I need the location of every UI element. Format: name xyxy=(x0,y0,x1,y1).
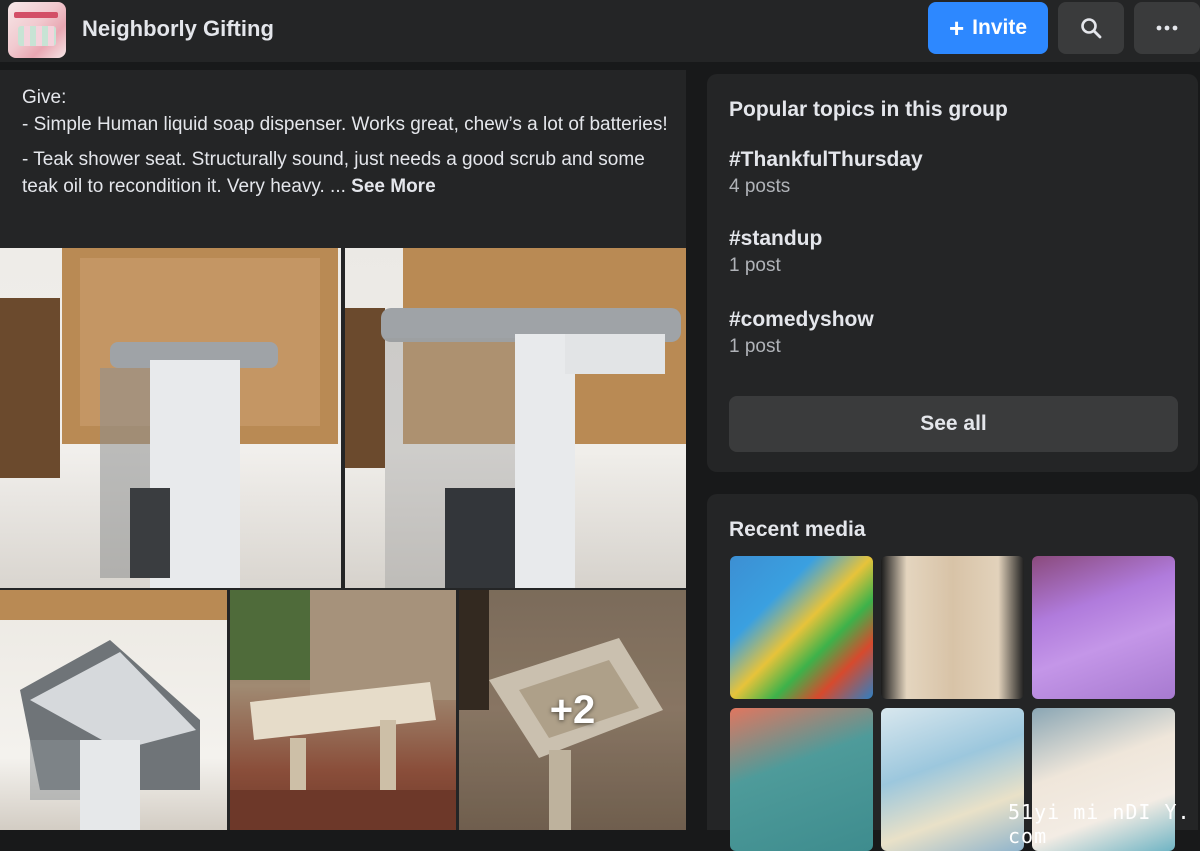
post-photo-teak-seat[interactable] xyxy=(230,590,456,830)
topic-tag[interactable]: #ThankfulThursday xyxy=(729,148,923,172)
recent-media-thumbnail[interactable] xyxy=(730,556,873,699)
topic-post-count: 4 posts xyxy=(729,176,791,197)
soap-dispenser-side-image xyxy=(0,590,227,830)
see-more-link[interactable]: See More xyxy=(351,176,435,197)
topic-post-count: 1 post xyxy=(729,255,781,276)
recent-media-thumbnail[interactable] xyxy=(1032,556,1175,699)
post-photo-soap-dispenser-close[interactable] xyxy=(345,248,686,588)
post-body: Give: - Simple Human liquid soap dispens… xyxy=(22,84,672,208)
popular-topics-card: Popular topics in this group #ThankfulTh… xyxy=(707,74,1198,472)
watermark-text: 51yi mi nDI Y. com xyxy=(1008,800,1191,848)
topic-item[interactable]: #standup 1 post xyxy=(729,227,822,277)
topic-item[interactable]: #comedyshow 1 post xyxy=(729,308,874,358)
post-text-line: - Teak shower seat. Structurally sound, … xyxy=(22,146,672,200)
see-all-topics-button[interactable]: See all xyxy=(729,396,1178,452)
plus-icon: + xyxy=(948,13,965,43)
topic-tag[interactable]: #standup xyxy=(729,227,822,251)
topic-item[interactable]: #ThankfulThursday 4 posts xyxy=(729,148,923,198)
soap-dispenser-close-image xyxy=(345,248,686,588)
feed-post: Give: - Simple Human liquid soap dispens… xyxy=(0,70,686,830)
teak-seat-image xyxy=(230,590,456,830)
post-text-line: - Simple Human liquid soap dispenser. Wo… xyxy=(22,114,668,135)
recent-media-title: Recent media xyxy=(729,518,866,541)
post-text-line: Give: xyxy=(22,87,67,108)
more-photos-overlay[interactable]: +2 xyxy=(459,590,686,830)
topic-tag[interactable]: #comedyshow xyxy=(729,308,874,332)
popular-topics-title: Popular topics in this group xyxy=(729,98,1008,121)
recent-media-thumbnail[interactable] xyxy=(881,556,1024,699)
search-button[interactable] xyxy=(1058,2,1124,54)
post-text-truncated: - Teak shower seat. Structurally sound, … xyxy=(22,149,645,197)
group-name[interactable]: Neighborly Gifting xyxy=(82,16,274,42)
post-photo-soap-dispenser-side[interactable] xyxy=(0,590,227,830)
search-icon xyxy=(1081,18,1102,39)
recent-media-card: Recent media xyxy=(707,494,1198,851)
more-icon xyxy=(1156,25,1178,31)
post-photo-teak-seat-more[interactable]: +2 xyxy=(459,590,686,830)
invite-label: Invite xyxy=(972,16,1028,39)
more-options-button[interactable] xyxy=(1134,2,1200,54)
topic-post-count: 1 post xyxy=(729,336,781,357)
group-cover-thumbnail[interactable] xyxy=(8,2,66,58)
post-photo-soap-dispenser[interactable] xyxy=(0,248,341,588)
soap-dispenser-image xyxy=(0,248,338,588)
invite-button[interactable]: + Invite xyxy=(928,2,1048,54)
group-header-bar: Neighborly Gifting + Invite xyxy=(0,0,1200,62)
